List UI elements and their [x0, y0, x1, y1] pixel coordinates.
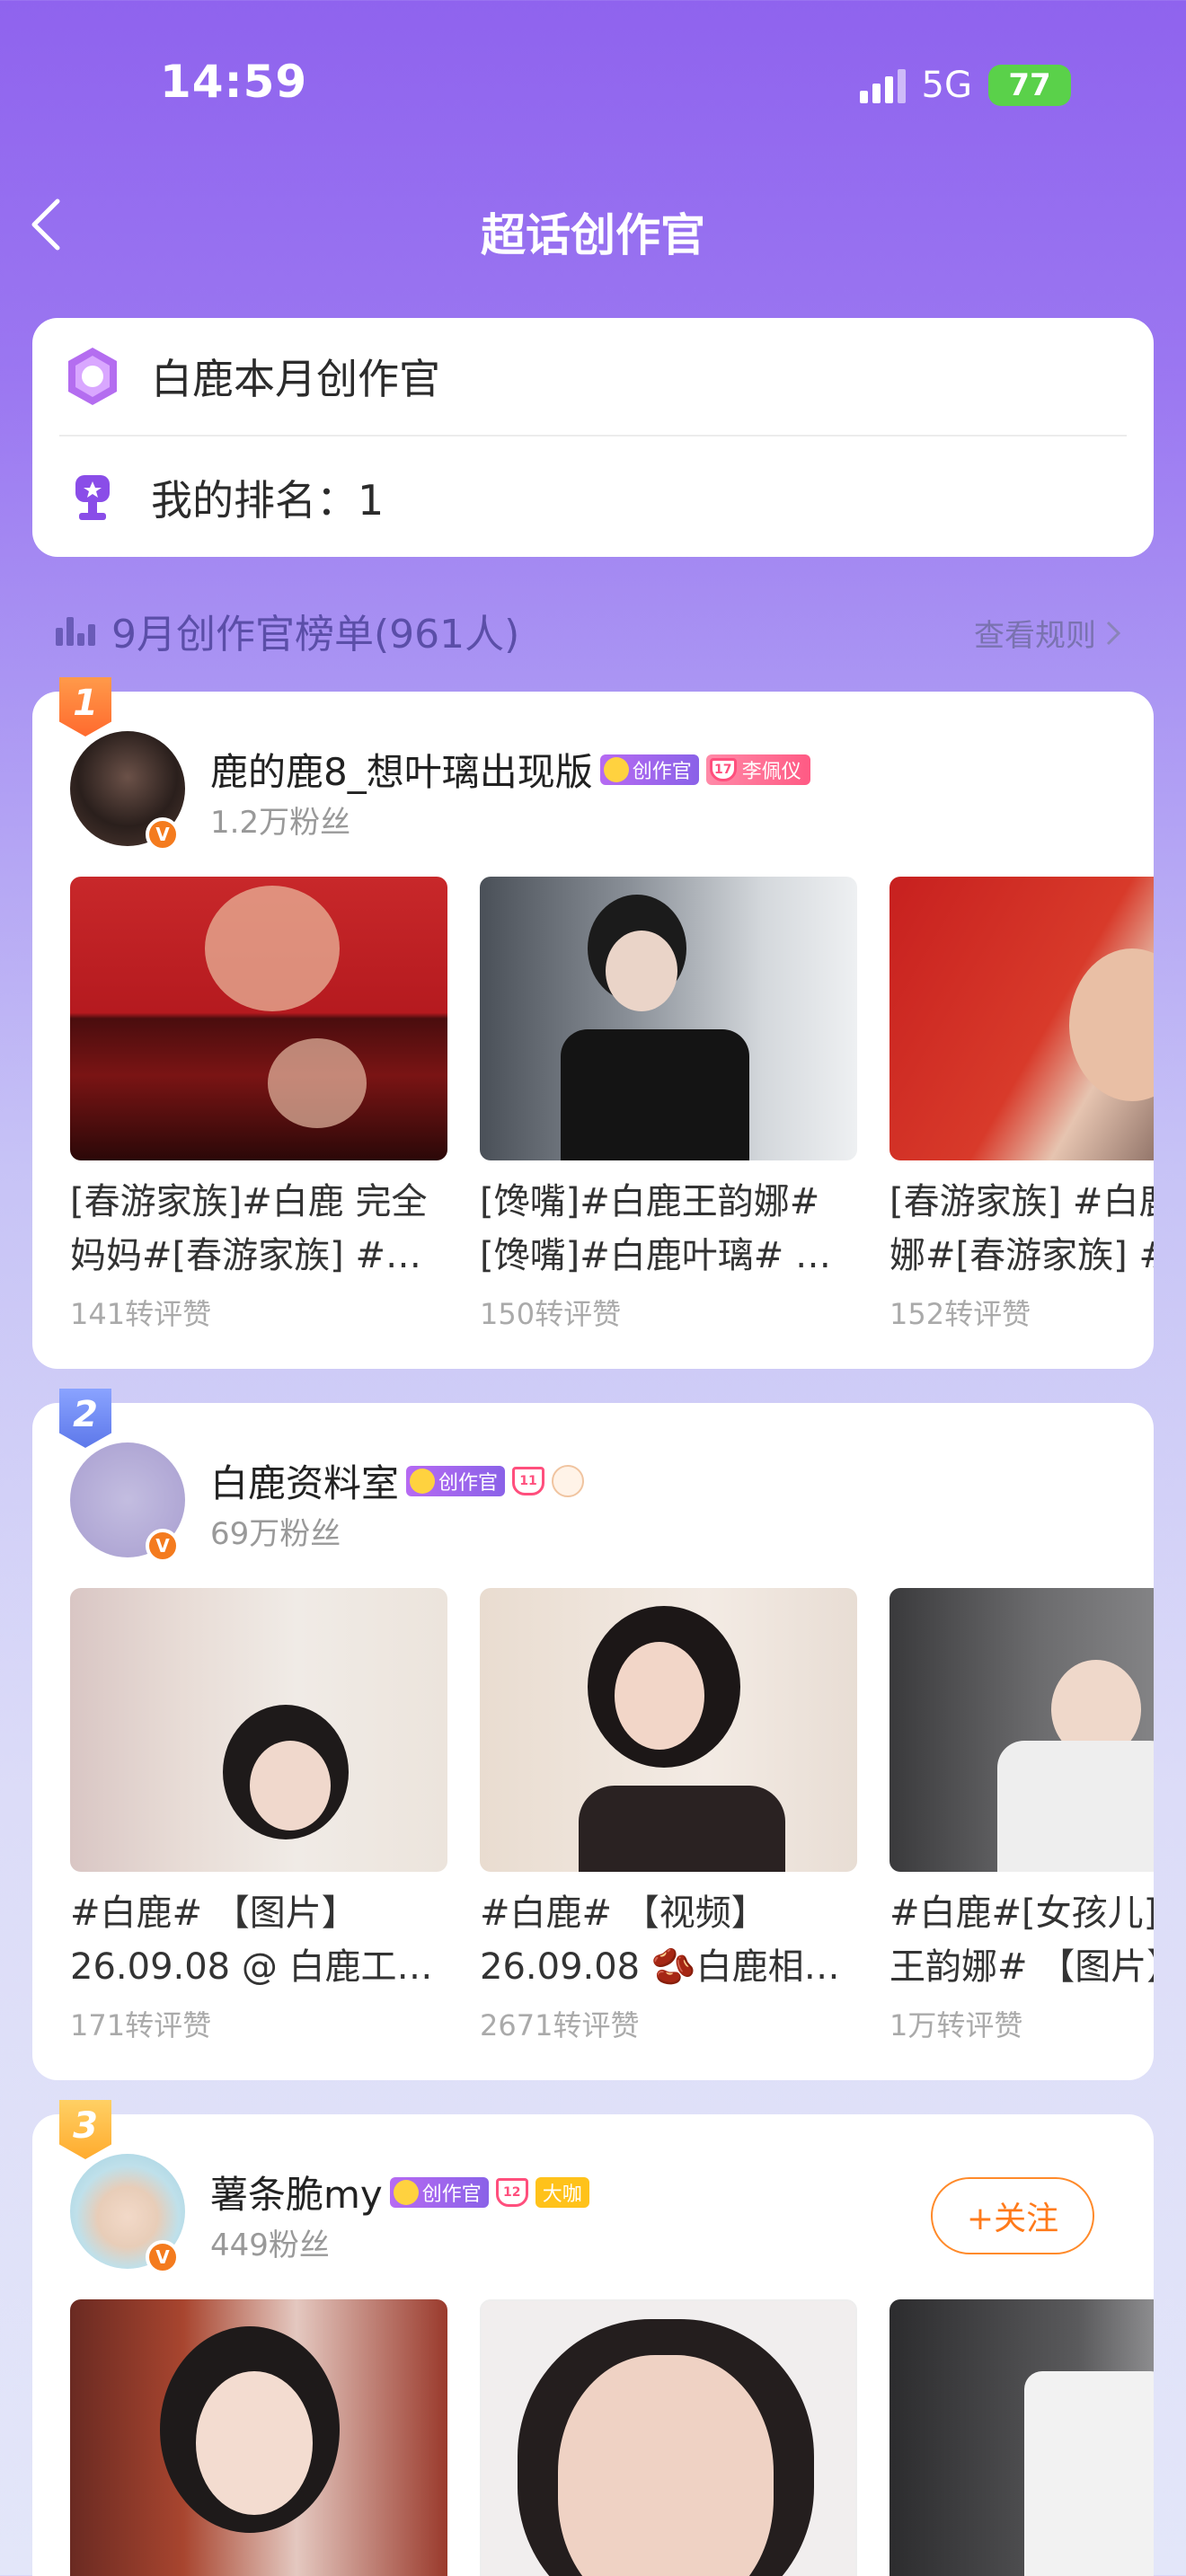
my-rank-label: 我的排名：1	[151, 476, 385, 525]
sticker-icon	[552, 1464, 585, 1497]
verified-icon: V	[146, 817, 180, 851]
post-list: [春游家族]#白鹿 完全 妈妈#[春游家族] #… 141转评赞 [馋嘴]#白鹿…	[70, 877, 1154, 1333]
post-stats: 150转评赞	[480, 1297, 622, 1331]
user-line: 薯条脆my 创作官 12 大咖	[210, 2165, 589, 2219]
post-title: [春游家族]#白鹿 完全 妈妈#[春游家族] #…	[70, 1181, 428, 1276]
post-image[interactable]	[480, 1588, 857, 1872]
info-card: 白鹿本月创作官 我的排名：1	[32, 318, 1154, 557]
ranking-list-header: 9月创作官榜单(961人)	[56, 602, 519, 659]
creator-tag: 创作官	[389, 2176, 489, 2208]
battery-level: 77	[1008, 67, 1051, 103]
ranking-list-title: 9月创作官榜单(961人)	[111, 612, 520, 657]
post-title: [馋嘴]#白鹿王韵娜# [馋嘴]#白鹿叶璃# …	[480, 1181, 831, 1276]
post-list	[70, 2299, 1154, 2576]
post-item[interactable]: [春游家族]#白鹿 完全 妈妈#[春游家族] #… 141转评赞	[70, 877, 447, 1333]
creator-card[interactable]: V 鹿的鹿8_想叶璃出现版 创作官 17 李佩仪 1.2万粉丝 [春游家族]#白鹿…	[32, 692, 1154, 1369]
fan-level-tag: 17 李佩仪	[705, 754, 810, 785]
diamond-level-icon: 12	[495, 2177, 528, 2207]
creator-card[interactable]: V 薯条脆my 创作官 12 大咖 449粉丝 +关注	[32, 2114, 1154, 2576]
coin-icon	[393, 2179, 419, 2205]
signal-icon	[859, 67, 906, 103]
username[interactable]: 白鹿资料室	[210, 1453, 399, 1508]
verified-icon: V	[146, 1529, 180, 1563]
daka-tag: 大咖	[535, 2176, 589, 2208]
view-rules-label: 查看规则	[974, 618, 1096, 654]
post-image[interactable]	[70, 1588, 447, 1872]
post-item[interactable]: #白鹿# 【图片】 26.09.08 @ 白鹿工… 171转评赞	[70, 1588, 447, 2044]
fans-count: 449粉丝	[210, 2228, 330, 2263]
verified-icon: V	[146, 2240, 180, 2274]
post-image[interactable]	[890, 877, 1154, 1160]
post-stats: 2671转评赞	[480, 2008, 640, 2042]
follow-button[interactable]: +关注	[931, 2177, 1094, 2254]
chart-bars-icon	[56, 615, 95, 646]
post-image[interactable]	[70, 877, 447, 1160]
chevron-right-icon	[1106, 621, 1121, 645]
monthly-creator-label: 白鹿本月创作官	[151, 355, 440, 403]
post-title: #白鹿# 【视频】 26.09.08 🫘白鹿相…	[480, 1892, 840, 1988]
creator-card[interactable]: V 白鹿资料室 创作官 11 69万粉丝 #白鹿# 【图片】 26.09.08 …	[32, 1403, 1154, 2080]
post-image[interactable]	[480, 2299, 857, 2576]
post-item[interactable]	[70, 2299, 447, 2576]
post-stats: 1万转评赞	[890, 2008, 1023, 2042]
network-type: 5G	[921, 65, 972, 106]
battery-icon: 77	[988, 65, 1071, 106]
creator-tag: 创作官	[599, 754, 699, 785]
post-image[interactable]	[890, 1588, 1154, 1872]
post-item[interactable]	[480, 2299, 857, 2576]
post-image[interactable]	[480, 877, 857, 1160]
page-title: 超话创作官	[481, 209, 705, 261]
creator-tag: 创作官	[406, 1465, 506, 1496]
coin-icon	[410, 1468, 436, 1494]
post-item[interactable]: #白鹿#[女孩儿]# 王韵娜# 【图片】 1万转评赞	[890, 1588, 1154, 2044]
post-image[interactable]	[890, 2299, 1154, 2576]
view-rules-link[interactable]: 查看规则	[974, 611, 1121, 655]
post-item[interactable]	[890, 2299, 1154, 2576]
post-stats: 171转评赞	[70, 2008, 212, 2042]
post-title: [春游家族] #白鹿 娜#[春游家族] #	[890, 1181, 1154, 1276]
post-item[interactable]: [馋嘴]#白鹿王韵娜# [馋嘴]#白鹿叶璃# … 150转评赞	[480, 877, 857, 1333]
fans-count: 69万粉丝	[210, 1516, 341, 1552]
monthly-creator-row[interactable]: 白鹿本月创作官	[59, 318, 1127, 437]
user-line: 鹿的鹿8_想叶璃出现版 创作官 17 李佩仪	[210, 742, 810, 797]
post-image[interactable]	[70, 2299, 447, 2576]
post-title: #白鹿#[女孩儿]# 王韵娜# 【图片】	[890, 1892, 1154, 1988]
diamond-level-icon: 17	[709, 757, 737, 781]
post-item[interactable]: [春游家族] #白鹿 娜#[春游家族] # 152转评赞	[890, 877, 1154, 1333]
user-line: 白鹿资料室 创作官 11	[210, 1453, 585, 1508]
status-indicators: 5G 77	[859, 65, 1071, 106]
creator-badge-icon	[59, 343, 126, 410]
username[interactable]: 鹿的鹿8_想叶璃出现版	[210, 742, 593, 797]
trophy-icon	[59, 464, 126, 531]
post-stats: 141转评赞	[70, 1297, 212, 1331]
coin-icon	[603, 756, 629, 782]
post-stats: 152转评赞	[890, 1297, 1031, 1331]
fans-count: 1.2万粉丝	[210, 805, 351, 841]
status-time: 14:59	[160, 56, 308, 108]
my-rank-row: 我的排名：1	[59, 438, 1127, 557]
post-list: #白鹿# 【图片】 26.09.08 @ 白鹿工… 171转评赞 #白鹿# 【视…	[70, 1588, 1154, 2044]
username[interactable]: 薯条脆my	[210, 2165, 383, 2219]
post-item[interactable]: #白鹿# 【视频】 26.09.08 🫘白鹿相… 2671转评赞	[480, 1588, 857, 2044]
post-title: #白鹿# 【图片】 26.09.08 @ 白鹿工…	[70, 1892, 433, 1988]
diamond-level-icon: 11	[512, 1466, 545, 1495]
